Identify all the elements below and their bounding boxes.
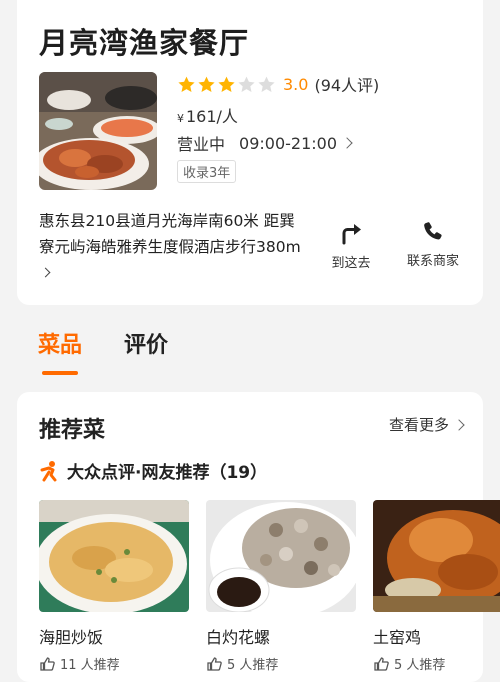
open-status: 营业中 xyxy=(177,135,226,154)
address-text: 惠东县210县道月光海岸南60米 距巽寮元屿海皓雅养生度假酒店步行380m xyxy=(39,212,301,256)
opening-hours: 09:00-21:00 xyxy=(239,133,338,153)
restaurant-name: 月亮湾渔家餐厅 xyxy=(39,26,250,60)
likes-count: 5 人推荐 xyxy=(227,658,279,673)
see-more-label: 查看更多 xyxy=(388,416,449,434)
address-block[interactable]: 惠东县210县道月光海岸南60米 距巽寮元屿海皓雅养生度假酒店步行380m xyxy=(39,208,301,286)
star-filled-icon xyxy=(198,76,215,92)
dish-name: 土窑鸡 xyxy=(373,628,422,647)
thumbs-up-icon xyxy=(374,656,389,671)
dish-card[interactable]: 白灼花螺 5 人推荐 xyxy=(206,500,356,673)
currency-symbol: ¥ xyxy=(177,112,184,125)
dish-name: 白灼花螺 xyxy=(206,628,271,647)
price-per-person: ¥161/人 xyxy=(177,103,238,127)
star-empty-icon xyxy=(238,76,255,92)
dish-name: 海胆炒饭 xyxy=(39,628,104,647)
listing-age-tag: 收录3年 xyxy=(177,160,237,183)
dish-card[interactable]: 土窑鸡 5 人推荐 xyxy=(373,500,500,673)
contact-label: 联系商家 xyxy=(406,254,459,269)
see-more-link[interactable]: 查看更多 xyxy=(388,414,465,435)
chevron-right-icon xyxy=(40,267,51,278)
thumbs-up-icon xyxy=(207,656,222,671)
dish-image xyxy=(206,500,356,612)
review-count[interactable]: (94人评) xyxy=(314,72,379,96)
business-hours-row[interactable]: 营业中 09:00-21:00 xyxy=(177,131,353,155)
phone-icon xyxy=(424,222,442,240)
contact-merchant-button[interactable]: 联系商家 xyxy=(404,220,462,269)
restaurant-photo[interactable] xyxy=(39,72,157,190)
dish-likes: 11 人推荐 xyxy=(39,654,189,673)
dianping-logo-icon xyxy=(40,460,57,481)
dish-card[interactable]: 海胆炒饭 11 人推荐 xyxy=(39,500,189,673)
likes-count: 5 人推荐 xyxy=(394,658,446,673)
dish-likes: 5 人推荐 xyxy=(206,654,356,673)
restaurant-card: 月亮湾渔家餐厅 3.0 (94人评) ¥161/人 营业中 09:00-21:0… xyxy=(17,0,483,305)
tab-dishes[interactable]: 菜品 xyxy=(38,327,82,375)
star-empty-icon xyxy=(258,76,275,92)
navigate-button[interactable]: 到这去 xyxy=(327,220,375,271)
dish-likes: 5 人推荐 xyxy=(373,654,500,673)
likes-count: 11 人推荐 xyxy=(60,658,120,673)
dish-image xyxy=(373,500,500,612)
thumbs-up-icon xyxy=(40,656,55,671)
recommendation-source: 大众点评·网友推荐（19） xyxy=(39,458,267,483)
rating-row: 3.0 (94人评) xyxy=(177,72,379,96)
recommended-dishes-card: 推荐菜 查看更多 大众点评·网友推荐（19） 海胆炒饭 11 人推荐 白灼花螺 … xyxy=(17,392,500,682)
source-label: 大众点评·网友推荐（19） xyxy=(67,463,268,483)
star-filled-icon xyxy=(178,76,195,92)
navigate-icon xyxy=(342,224,361,245)
price-value: 161/人 xyxy=(186,107,238,126)
dish-image xyxy=(39,500,189,612)
content-tabs: 菜品 评价 xyxy=(38,327,210,375)
tab-reviews[interactable]: 评价 xyxy=(124,327,168,359)
navigate-label: 到这去 xyxy=(331,256,371,271)
chevron-right-icon xyxy=(453,418,465,431)
chevron-right-icon xyxy=(341,137,353,149)
rating-score: 3.0 xyxy=(283,74,309,94)
section-title: 推荐菜 xyxy=(39,418,106,443)
star-filled-icon xyxy=(218,76,235,92)
